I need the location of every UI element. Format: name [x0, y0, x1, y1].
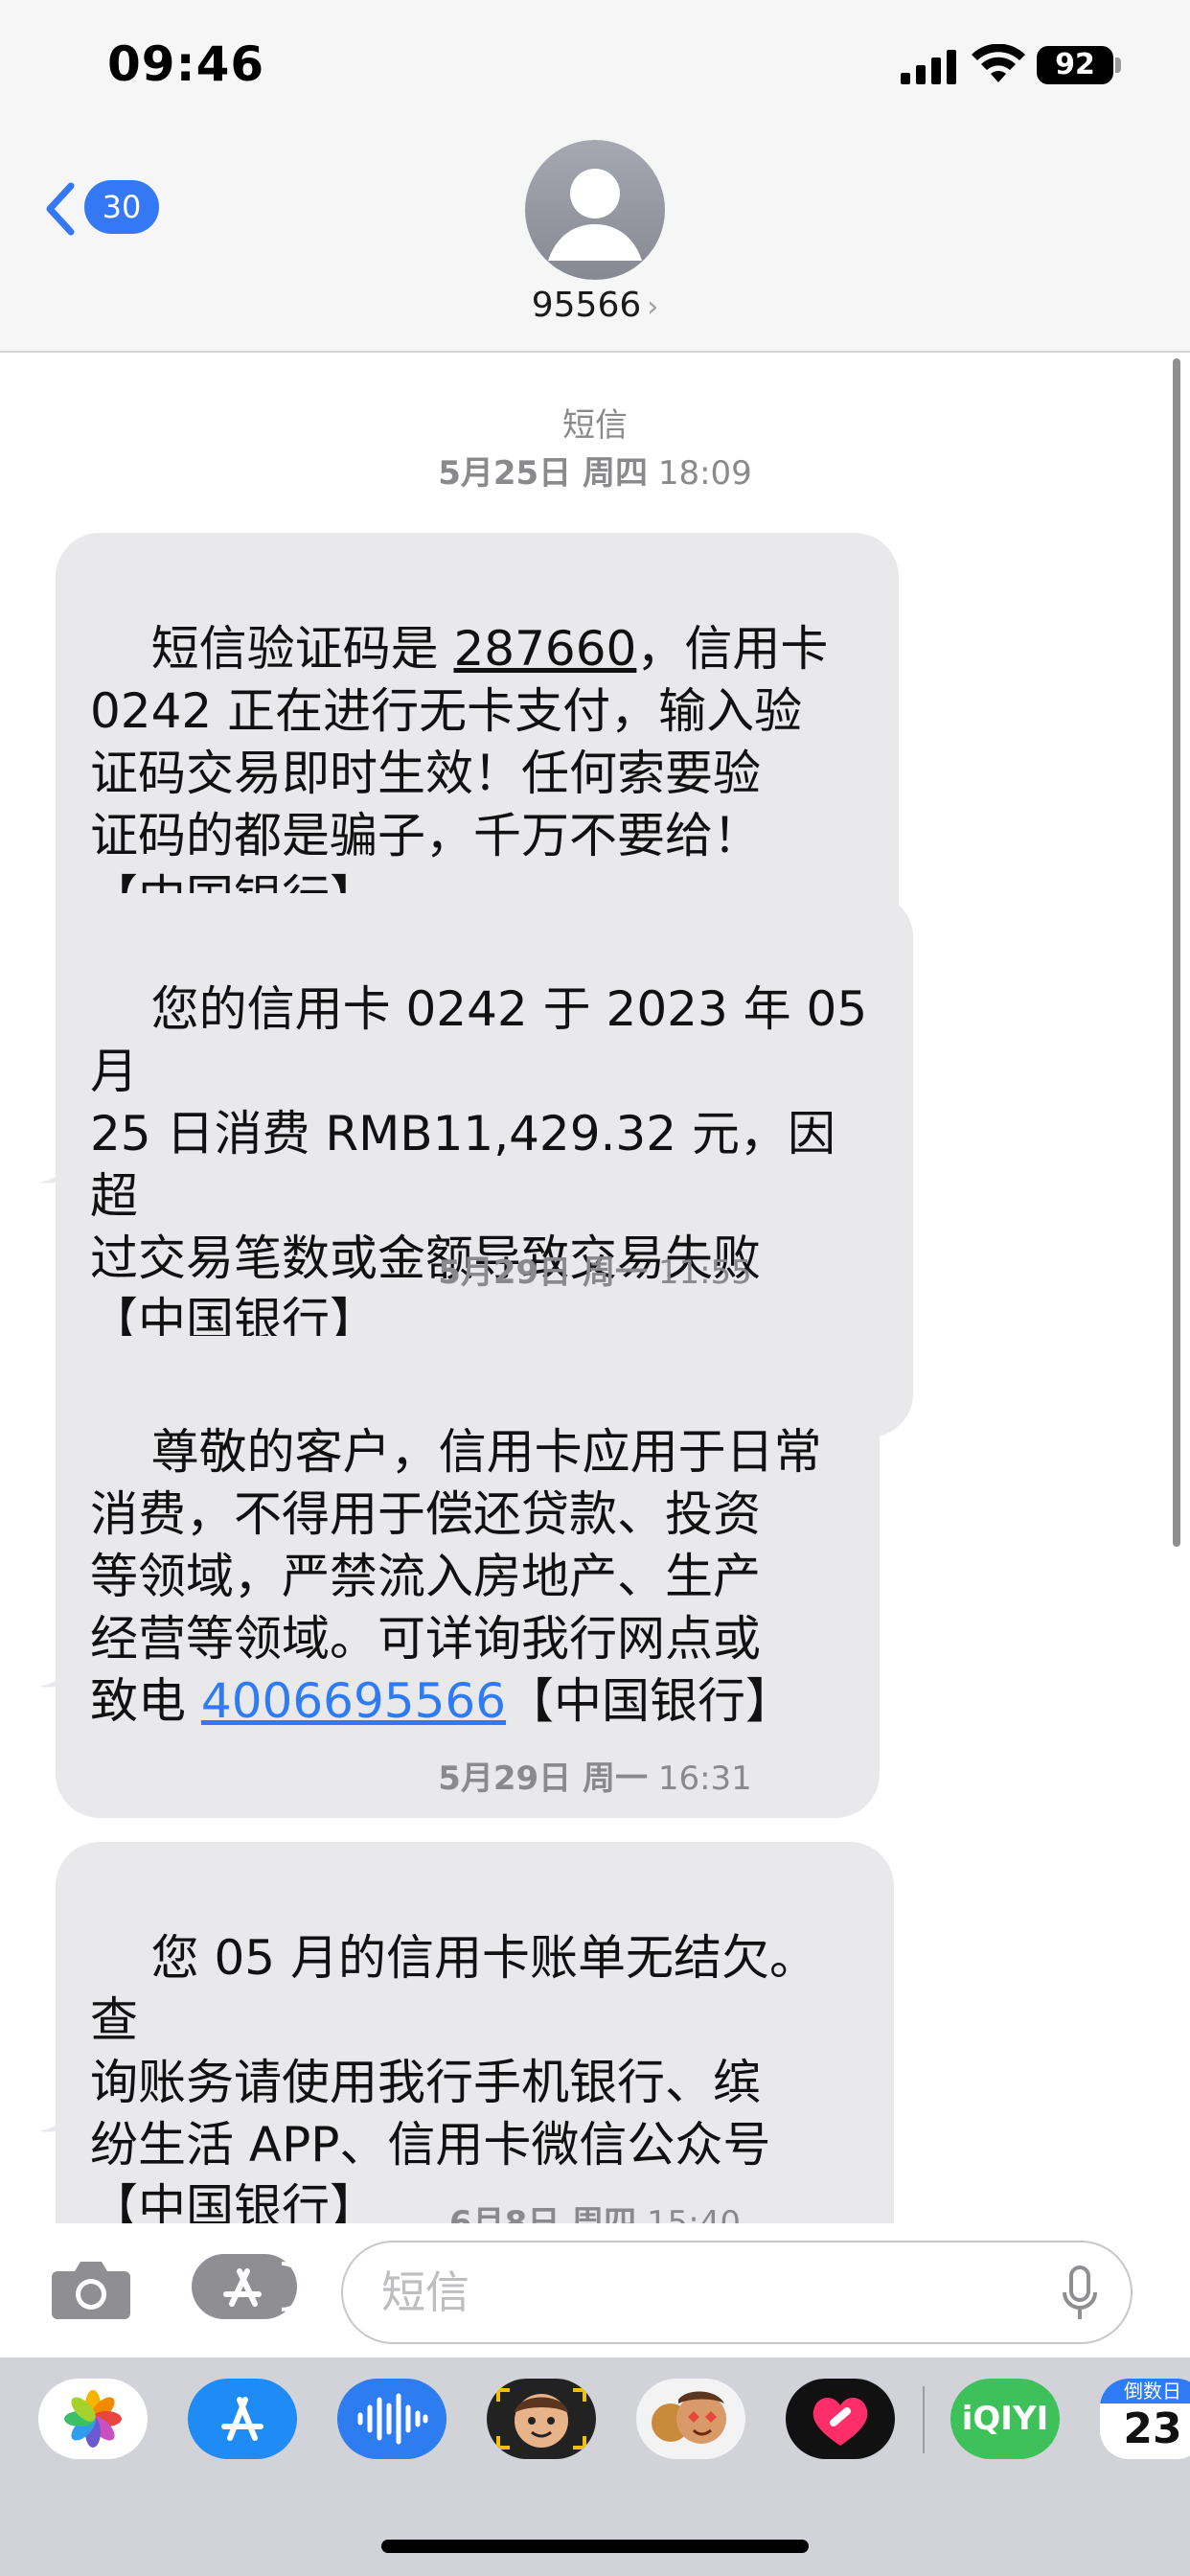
compose-bar: 短信	[0, 2223, 1190, 2358]
home-indicator[interactable]	[381, 2540, 809, 2553]
chevron-left-icon	[46, 182, 75, 236]
verification-code[interactable]: 287660	[453, 621, 636, 677]
battery-level: 92	[1037, 46, 1113, 84]
countdown-number: 23	[1123, 2404, 1182, 2453]
wifi-icon	[972, 44, 1025, 82]
contact-avatar[interactable]	[525, 140, 665, 280]
memoji-app-icon[interactable]	[487, 2379, 596, 2459]
iqiyi-label: iQIYI	[961, 2400, 1049, 2438]
conversation-type-label: 短信	[562, 406, 628, 445]
animoji-app-icon[interactable]	[636, 2379, 745, 2459]
person-icon	[548, 169, 642, 261]
camera-icon[interactable]	[50, 2258, 132, 2321]
back-button[interactable]: 30	[42, 176, 167, 242]
chevron-right-icon: ›	[647, 290, 659, 324]
countdown-app-icon[interactable]: 倒数日 23	[1100, 2379, 1190, 2459]
battery-cap	[1115, 58, 1121, 73]
microphone-icon[interactable]	[1062, 2266, 1098, 2323]
digital-touch-app-icon[interactable]	[786, 2379, 895, 2459]
message-bubble[interactable]: 尊敬的客户，信用卡应用于日常 消费，不得用于偿还贷款、投资 等领域，严禁流入房地…	[56, 1336, 880, 1818]
status-time: 09:46	[107, 36, 265, 92]
unread-count-badge: 30	[84, 180, 159, 234]
countdown-header: 倒数日	[1100, 2379, 1190, 2404]
timestamp: 5月29日 周一 11:55	[438, 1254, 752, 1292]
timestamp: 5月29日 周一 16:31	[438, 1760, 752, 1798]
contact-name: 95566	[531, 286, 642, 325]
cellular-signal-icon	[901, 50, 956, 84]
bubble-tail	[38, 2089, 84, 2132]
iqiyi-app-icon[interactable]: iQIYI	[950, 2379, 1060, 2459]
phone-link[interactable]: 4006695566	[201, 1673, 506, 1729]
drawer-divider	[923, 2386, 925, 2453]
message-input[interactable]: 短信	[341, 2241, 1133, 2344]
timestamp: 6月8日 周四 15:40	[449, 2204, 741, 2223]
conversation-header: 09:46 92 30 95566 ›	[0, 0, 1190, 353]
bubble-tail	[38, 1644, 84, 1688]
app-store-app-icon[interactable]	[188, 2379, 297, 2459]
timestamp: 5月25日 周四 18:09	[438, 454, 752, 493]
contact-name-button[interactable]: 95566 ›	[0, 286, 1190, 325]
scrollbar[interactable]	[1173, 358, 1180, 1547]
photos-app-icon[interactable]	[38, 2379, 148, 2459]
app-store-icon	[223, 2262, 307, 2312]
apps-button[interactable]	[192, 2254, 307, 2319]
messages-screen: 09:46 92 30 95566 › 短信 5月25日 周四 18:09 短信…	[0, 0, 1190, 2576]
bubble-tail	[38, 1140, 84, 1184]
audio-messages-app-icon[interactable]	[337, 2379, 446, 2459]
